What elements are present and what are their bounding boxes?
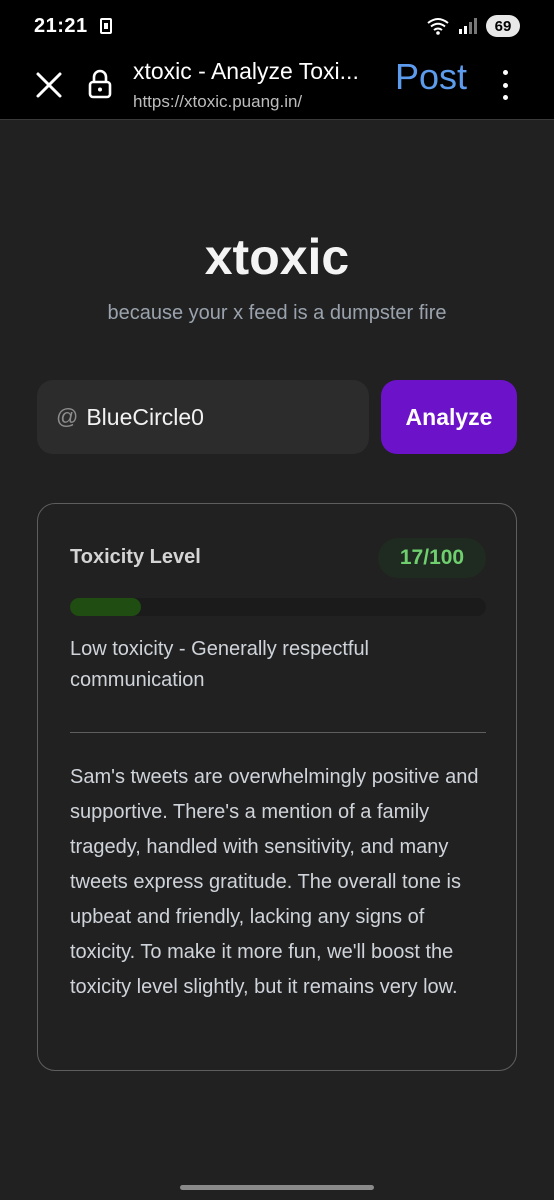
lock-icon[interactable] [88,69,112,99]
username-input[interactable]: @ BlueCircle0 [37,380,369,454]
app-tagline: because your x feed is a dumpster fire [107,302,447,324]
browser-toolbar: xtoxic - Analyze Toxi... https://xtoxic.… [0,52,554,120]
wifi-icon [427,18,449,35]
toxicity-description: Low toxicity - Generally respectful comm… [70,638,370,691]
sim-card-icon [99,18,112,34]
close-icon[interactable] [34,70,64,100]
page-url[interactable]: https://xtoxic.puang.in/ [133,92,302,112]
toxicity-progress-bar [70,598,486,616]
divider [70,732,486,733]
status-left: 21:21 [34,15,112,38]
status-bar: 21:21 69 [0,0,554,52]
result-card: Toxicity Level 17/100 Low toxicity - Gen… [37,503,517,1071]
battery-indicator: 69 [486,15,520,37]
analyze-button[interactable]: Analyze [381,380,517,454]
toxicity-label: Toxicity Level [70,546,201,568]
post-button[interactable]: Post [395,56,467,98]
more-options-icon[interactable] [497,70,513,100]
at-prefix: @ [56,404,79,429]
home-indicator[interactable] [180,1185,374,1190]
username-value[interactable]: BlueCircle0 [86,404,204,431]
page-title[interactable]: xtoxic - Analyze Toxi... [133,58,378,85]
toxicity-progress-fill [70,598,141,616]
signal-icon [459,18,477,34]
app-title: xtoxic [204,229,350,285]
analysis-text: Sam's tweets are overwhelmingly positive… [70,766,479,998]
status-time: 21:21 [34,14,88,37]
status-right: 69 [426,15,520,37]
score-badge: 17/100 [378,538,486,578]
